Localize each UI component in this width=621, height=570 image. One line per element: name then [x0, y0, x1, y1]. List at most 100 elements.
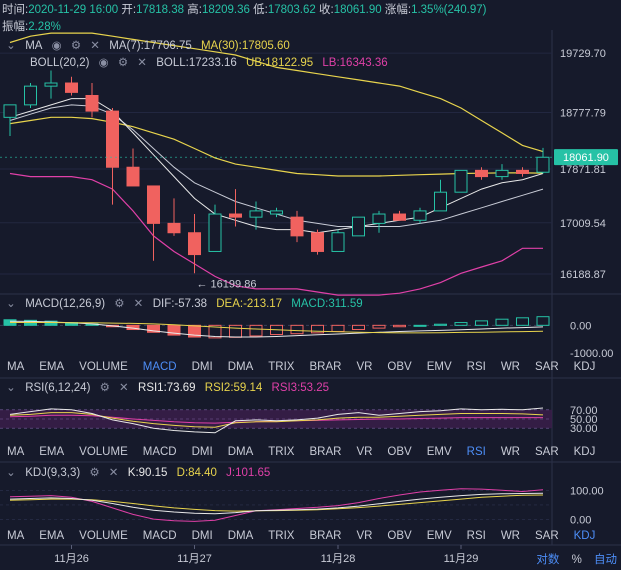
tab-macd[interactable]: MACD [143, 361, 177, 373]
indicator-tabs-kdj: MA EMA VOLUME MACD DMI DMA TRIX BRAR VR OBV EMV RSI… [0, 530, 595, 542]
tab-dmi[interactable]: DMI [192, 361, 213, 373]
macd-histogram-bar [249, 324, 263, 337]
tab-brar[interactable]: BRAR [309, 530, 341, 542]
tab-trix[interactable]: TRIX [268, 446, 294, 458]
price-chart-canvas[interactable]: 19729.70 18777.79 17871.81 17009.54 16188.87… [0, 0, 621, 570]
price-tick-label: 17871.81 [560, 164, 606, 176]
tab-sar[interactable]: SAR [535, 361, 559, 373]
dea-value: DEA:-213.17 [216, 298, 283, 310]
tab-vr[interactable]: VR [356, 446, 372, 458]
percent-toggle[interactable]: % [572, 554, 582, 566]
gear-icon[interactable]: ⚙ [100, 380, 110, 394]
close-icon[interactable]: ✕ [90, 38, 100, 52]
tab-obv[interactable]: OBV [387, 530, 411, 542]
tab-obv[interactable]: OBV [387, 361, 411, 373]
tab-trix[interactable]: TRIX [268, 361, 294, 373]
time-label: 时间: [2, 4, 29, 16]
tab-ema[interactable]: EMA [39, 530, 64, 542]
tab-obv[interactable]: OBV [387, 446, 411, 458]
gear-icon[interactable]: ⚙ [71, 38, 81, 52]
gear-icon[interactable]: ⚙ [89, 465, 99, 479]
macd-histogram-bar [372, 324, 386, 329]
tab-wr[interactable]: WR [501, 446, 520, 458]
tab-sar[interactable]: SAR [535, 446, 559, 458]
x-tick-label: 11月27 [177, 553, 212, 565]
candle-up [352, 216, 365, 237]
tab-macd[interactable]: MACD [143, 530, 177, 542]
tab-vr[interactable]: VR [356, 530, 372, 542]
macd-value: MACD:311.59 [291, 298, 363, 310]
candle-down [65, 82, 78, 93]
kdj-name: KDJ(9,3,3) [25, 467, 81, 479]
x-tick-label: 11月26 [54, 553, 89, 565]
collapse-chevron-icon[interactable]: ⌄ [6, 465, 16, 479]
tab-rsi[interactable]: RSI [467, 361, 486, 373]
tab-sar[interactable]: SAR [535, 530, 559, 542]
tab-ema[interactable]: EMA [39, 361, 64, 373]
close-icon[interactable]: ✕ [119, 380, 129, 394]
log-scale-toggle[interactable]: 对数 [536, 554, 559, 566]
tab-emv[interactable]: EMV [427, 530, 452, 542]
boll-indicator-row: BOLL(20,2) ◉ ⚙ ✕ BOLL:17233.16 UB:18122.… [30, 55, 394, 69]
tab-dma[interactable]: DMA [228, 361, 254, 373]
tab-volume[interactable]: VOLUME [79, 361, 128, 373]
macd-histogram-bar [516, 317, 529, 326]
tab-kdj[interactable]: KDJ [574, 446, 596, 458]
tab-vr[interactable]: VR [356, 361, 372, 373]
candle-up [3, 104, 17, 118]
tab-wr[interactable]: WR [501, 530, 520, 542]
eye-icon[interactable]: ◉ [52, 38, 62, 52]
tab-rsi[interactable]: RSI [467, 530, 486, 542]
candle-down [290, 216, 304, 237]
tab-brar[interactable]: BRAR [309, 446, 341, 458]
kdj-tick-label: 100.00 [570, 485, 604, 497]
close-icon[interactable]: ✕ [109, 465, 119, 479]
dif-value: DIF:-57.38 [152, 298, 208, 310]
tab-volume[interactable]: VOLUME [79, 530, 128, 542]
close-icon[interactable]: ✕ [137, 55, 147, 69]
collapse-chevron-icon[interactable]: ⌄ [6, 296, 16, 310]
close-icon[interactable]: ✕ [134, 296, 144, 310]
close-value: 18061.90 [333, 4, 382, 16]
tab-ma[interactable]: MA [7, 530, 24, 542]
candle-down [393, 213, 406, 221]
gear-icon[interactable]: ⚙ [118, 55, 128, 69]
macd-histogram-bar [475, 320, 488, 326]
change-label: 涨幅: [384, 4, 412, 16]
tab-ma[interactable]: MA [7, 446, 24, 458]
eye-icon[interactable]: ◉ [99, 55, 109, 69]
tab-brar[interactable]: BRAR [309, 361, 341, 373]
tab-macd[interactable]: MACD [143, 446, 177, 458]
tab-emv[interactable]: EMV [427, 361, 452, 373]
gear-icon[interactable]: ⚙ [114, 296, 124, 310]
tab-kdj[interactable]: KDJ [574, 361, 596, 373]
candle-up [331, 232, 345, 252]
tab-rsi[interactable]: RSI [467, 446, 486, 458]
tab-kdj[interactable]: KDJ [574, 530, 596, 542]
tab-ema[interactable]: EMA [39, 446, 64, 458]
price-tick-label: 17009.54 [560, 218, 606, 230]
candle-up [536, 156, 550, 173]
macd-histogram-bar [536, 316, 550, 326]
tab-emv[interactable]: EMV [427, 446, 452, 458]
d-value: D:84.40 [176, 467, 217, 479]
collapse-chevron-icon[interactable]: ⌄ [6, 380, 16, 394]
tab-dmi[interactable]: DMI [192, 530, 213, 542]
tab-ma[interactable]: MA [7, 361, 24, 373]
time-value: 2020-11-29 16:00 [28, 4, 119, 16]
tab-trix[interactable]: TRIX [268, 530, 294, 542]
tab-dma[interactable]: DMA [228, 530, 254, 542]
tab-dma[interactable]: DMA [228, 446, 254, 458]
candle-up [495, 169, 509, 178]
tab-dmi[interactable]: DMI [192, 446, 213, 458]
candle-down [167, 222, 181, 234]
low-label: 低: [253, 4, 268, 16]
candle-down [311, 232, 324, 252]
j-value: J:101.65 [226, 467, 271, 479]
tab-volume[interactable]: VOLUME [79, 446, 128, 458]
auto-scale-toggle[interactable]: 自动 [594, 554, 617, 566]
macd-tick-label: -1000.00 [570, 348, 613, 360]
collapse-chevron-icon[interactable]: ⌄ [6, 38, 16, 52]
tab-wr[interactable]: WR [501, 361, 520, 373]
high-label: 高: [187, 4, 202, 16]
